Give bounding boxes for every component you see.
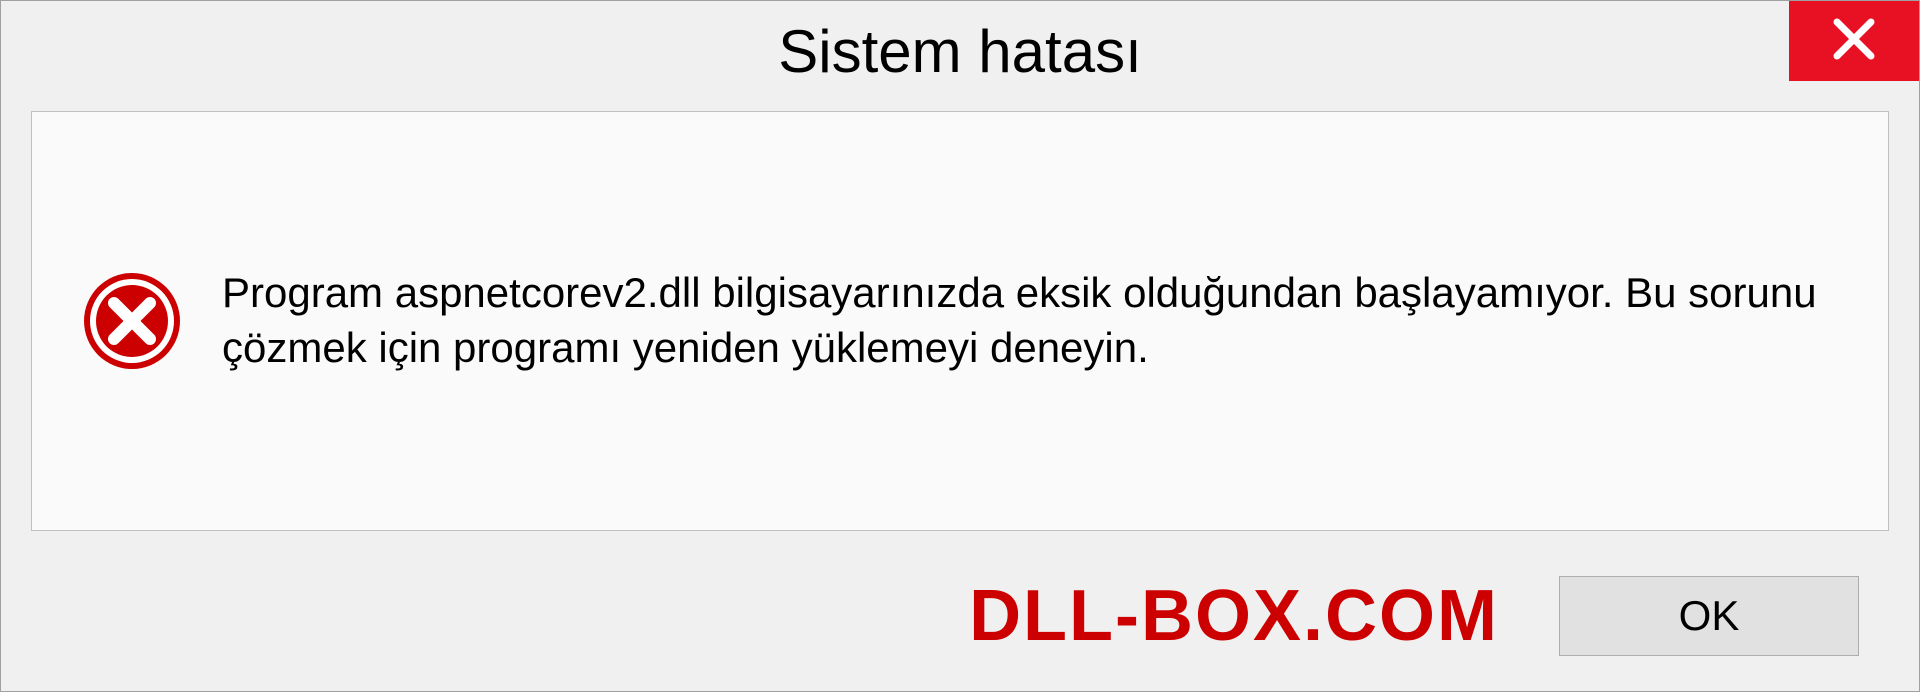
ok-button[interactable]: OK	[1559, 576, 1859, 656]
error-icon	[82, 271, 182, 371]
error-message: Program aspnetcorev2.dll bilgisayarınızd…	[222, 266, 1838, 375]
dialog-title: Sistem hatası	[778, 17, 1142, 86]
close-button[interactable]	[1789, 1, 1919, 81]
watermark-text: DLL-BOX.COM	[969, 575, 1499, 657]
content-area: Program aspnetcorev2.dll bilgisayarınızd…	[31, 111, 1889, 531]
error-dialog: Sistem hatası Program aspnetcorev2.dll b…	[0, 0, 1920, 692]
footer: DLL-BOX.COM OK	[1, 541, 1919, 691]
ok-button-label: OK	[1679, 592, 1740, 640]
titlebar: Sistem hatası	[1, 1, 1919, 101]
close-icon	[1829, 14, 1879, 69]
